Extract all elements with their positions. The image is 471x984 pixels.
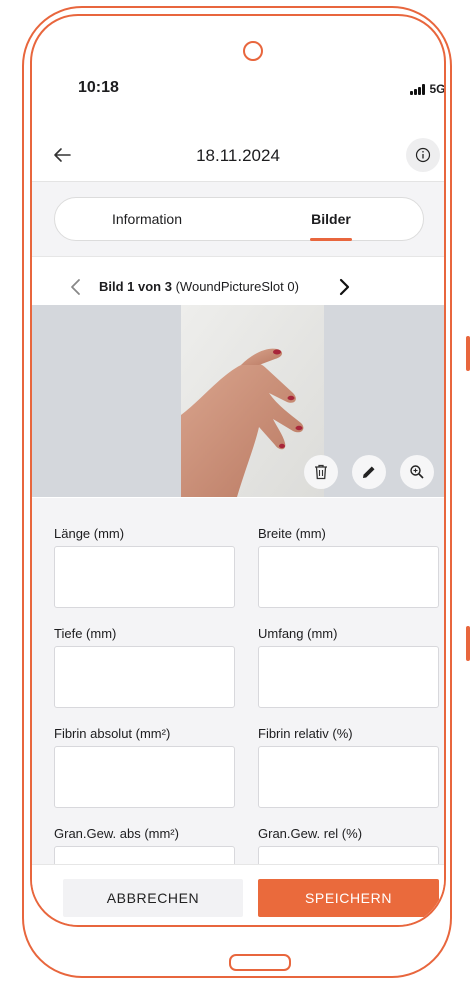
front-camera bbox=[243, 41, 263, 61]
network-label: 5G bbox=[429, 82, 446, 96]
measurement-form: Länge (mm) Breite (mm) Tiefe (mm) Umfang… bbox=[32, 498, 444, 908]
chevron-left-icon[interactable] bbox=[65, 276, 87, 298]
action-footer: ABBRECHEN SPEICHERN bbox=[32, 864, 444, 925]
tab-bar: Information Bilder bbox=[54, 197, 424, 241]
status-indicators: 5G bbox=[410, 82, 446, 96]
zoom-photo-button[interactable] bbox=[400, 455, 434, 489]
pencil-icon bbox=[363, 466, 375, 478]
wound-photo[interactable] bbox=[181, 305, 324, 497]
picture-caption: Bild 1 von 3 (WoundPictureSlot 0) bbox=[99, 279, 299, 294]
photo-viewer bbox=[32, 305, 444, 497]
depth-input[interactable] bbox=[54, 646, 235, 708]
home-button bbox=[229, 954, 291, 971]
tab-bilder[interactable]: Bilder bbox=[239, 198, 423, 241]
picture-counter: Bild 1 von 3 bbox=[99, 279, 172, 294]
fibrin-absolute-label: Fibrin absolut (mm²) bbox=[54, 726, 171, 741]
photo-tools bbox=[304, 455, 434, 489]
width-input[interactable] bbox=[258, 546, 439, 608]
tab-information[interactable]: Information bbox=[55, 198, 239, 240]
granulation-absolute-label: Gran.Gew. abs (mm²) bbox=[54, 826, 179, 841]
status-time: 10:18 bbox=[78, 79, 119, 96]
length-label: Länge (mm) bbox=[54, 526, 125, 541]
zoom-in-icon bbox=[410, 465, 424, 479]
info-button[interactable] bbox=[406, 138, 440, 172]
app-header: 18.11.2024 bbox=[32, 129, 444, 182]
fibrin-relative-label: Fibrin relativ (%) bbox=[258, 726, 353, 741]
side-button-lower bbox=[466, 626, 470, 661]
chevron-right-icon[interactable] bbox=[333, 276, 355, 298]
info-circle-icon bbox=[415, 147, 431, 163]
circumference-input[interactable] bbox=[258, 646, 439, 708]
depth-label: Tiefe (mm) bbox=[54, 626, 117, 641]
phone-screen: 10:18 5G 18.11.2024 Information Bilder B… bbox=[30, 14, 446, 927]
save-button[interactable]: SPEICHERN bbox=[258, 879, 439, 917]
edit-photo-button[interactable] bbox=[352, 455, 386, 489]
delete-photo-button[interactable] bbox=[304, 455, 338, 489]
signal-icon bbox=[410, 83, 425, 95]
tabs-area: Information Bilder bbox=[32, 182, 444, 257]
circumference-label: Umfang (mm) bbox=[258, 626, 338, 641]
trash-icon bbox=[315, 464, 327, 480]
fibrin-absolute-input[interactable] bbox=[54, 746, 235, 808]
granulation-relative-label: Gran.Gew. rel (%) bbox=[258, 826, 363, 841]
cancel-button[interactable]: ABBRECHEN bbox=[63, 879, 243, 917]
width-label: Breite (mm) bbox=[258, 526, 326, 541]
hand-photo-image bbox=[181, 305, 324, 497]
picture-slot: (WoundPictureSlot 0) bbox=[175, 279, 299, 294]
length-input[interactable] bbox=[54, 546, 235, 608]
fibrin-relative-input[interactable] bbox=[258, 746, 439, 808]
page-title: 18.11.2024 bbox=[196, 146, 280, 165]
side-button-upper bbox=[466, 336, 470, 371]
